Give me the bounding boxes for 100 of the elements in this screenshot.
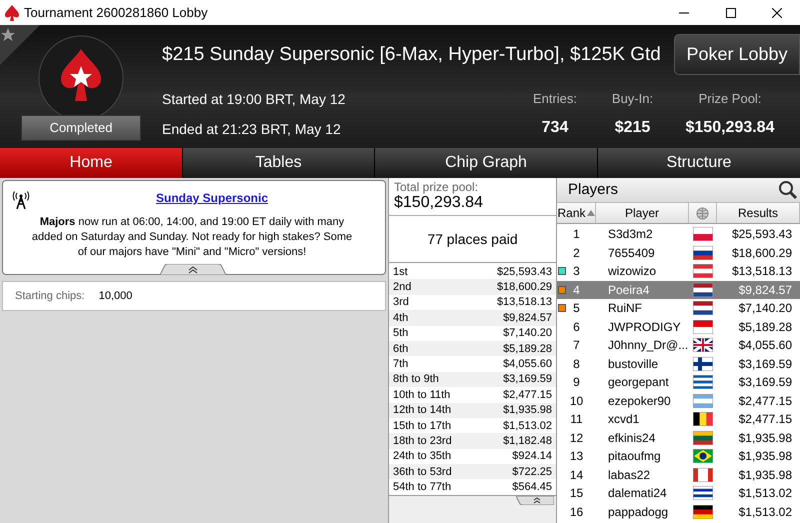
result-cell-text: $7,140.20 xyxy=(738,300,793,318)
rank-cell-text: 9 xyxy=(573,374,580,392)
player-name: Poeira4 xyxy=(607,282,650,299)
result-cell-text: $3,169.59 xyxy=(738,374,793,392)
end-time: Ended at 21:23 BRT, May 12 xyxy=(162,120,342,139)
result-cell-text: $9,824.57 xyxy=(738,282,793,299)
flag-icon xyxy=(693,227,713,242)
player-name: pitaoufmg xyxy=(607,448,662,466)
stat-label: Prize Pool: xyxy=(698,90,762,108)
total-prize-label: Total prize pool: xyxy=(394,181,480,194)
result-cell-text: $1,513.02 xyxy=(738,504,793,521)
payout-place: 54th to 77th xyxy=(393,480,452,494)
total-prize-value: $150,293.84 xyxy=(394,194,484,212)
rank-cell-text: 5 xyxy=(573,300,580,318)
player-name: 7655409 xyxy=(607,244,656,262)
globe-icon xyxy=(696,206,709,220)
player-name: pappadogg xyxy=(607,504,670,521)
result-cell-text: $18,600.29 xyxy=(730,244,793,262)
flag-icon xyxy=(693,246,713,260)
flag-icon xyxy=(693,375,713,390)
flag-icon xyxy=(693,394,713,408)
news-title-link[interactable]: Sunday Supersonic xyxy=(156,189,268,207)
payout-place: 24th to 35th xyxy=(393,449,452,464)
rank-cell-text: 13 xyxy=(570,448,584,466)
player-name: xcvd1 xyxy=(607,411,640,428)
window-title: Tournament 2600281860 Lobby xyxy=(24,4,208,22)
payout-place: 7th xyxy=(393,357,408,372)
tab[interactable]: Chip Graph xyxy=(375,148,597,178)
column-header[interactable]: Player xyxy=(596,203,689,223)
payout-amount: $2,477.15 xyxy=(503,388,552,402)
payout-place: 3rd xyxy=(393,295,409,310)
flag-icon xyxy=(693,504,713,519)
payout-place: 8th to 9th xyxy=(393,372,439,386)
player-name: ezepoker90 xyxy=(607,392,672,410)
payout-amount: $3,169.59 xyxy=(503,372,552,386)
rank-cell-text: 4 xyxy=(573,282,580,299)
result-cell-text: $1,935.98 xyxy=(738,448,793,466)
starting-chips-value: 10,000 xyxy=(98,288,132,304)
player-row[interactable]: 4 Poeira4 $9,824.57 xyxy=(557,280,800,299)
collapse-tab-icon[interactable] xyxy=(160,264,226,275)
rank-cell-text: 7 xyxy=(573,337,580,354)
broadcast-tower-icon xyxy=(12,190,30,210)
player-name: labas22 xyxy=(607,466,652,484)
rank-cell-text: 14 xyxy=(570,466,584,484)
rank-cell-text: 6 xyxy=(573,318,580,336)
close-icon[interactable] xyxy=(772,8,782,18)
payout-amount: $564.45 xyxy=(512,480,552,494)
search-icon[interactable] xyxy=(778,180,798,200)
payout-place: 15th to 17th xyxy=(393,418,452,433)
player-name: RuiNF xyxy=(607,300,644,318)
payout-amount: $18,600.29 xyxy=(496,280,552,294)
payout-amount: $7,140.20 xyxy=(503,326,552,340)
player-name: wizowizo xyxy=(607,263,658,280)
stat-label: Buy-In: xyxy=(612,90,654,108)
payout-amount: $1,513.02 xyxy=(503,418,552,433)
tab[interactable]: Tables xyxy=(183,148,374,178)
tab[interactable]: Home xyxy=(0,148,182,178)
tab[interactable]: Structure xyxy=(598,148,800,178)
rank-cell-text: 10 xyxy=(570,392,584,410)
result-cell-text: $5,189.28 xyxy=(738,318,793,336)
payout-place: 1st xyxy=(393,264,408,279)
payout-place: 36th to 53rd xyxy=(393,464,452,479)
status-ribbon: Completed xyxy=(21,115,141,140)
column-header[interactable]: Results xyxy=(717,203,800,223)
flag-icon xyxy=(693,486,713,500)
result-cell-text: $1,935.98 xyxy=(738,430,793,447)
stat-value: $215 xyxy=(614,118,650,138)
stat-value: 734 xyxy=(542,118,568,138)
payout-place: 2nd xyxy=(393,280,412,294)
poker-lobby-button[interactable]: Poker Lobby xyxy=(674,34,800,75)
maximize-icon[interactable] xyxy=(726,8,736,18)
start-time: Started at 19:00 BRT, May 12 xyxy=(162,90,346,110)
result-cell-text: $4,055.60 xyxy=(738,337,793,354)
player-name: S3d3m2 xyxy=(607,226,654,244)
flag-icon xyxy=(693,301,713,316)
player-name: georgepant xyxy=(607,374,670,392)
flag-icon xyxy=(693,412,713,426)
favourite-star-icon[interactable] xyxy=(0,25,40,65)
rank-cell-text: 2 xyxy=(573,244,580,262)
news-text: Majors now run at 06:00, 14:00, and 19:00 ET daily with many added on Saturday and Sunday. Not ready for high stakes? Some of our majors have "Mini" and "Micro" versions! xyxy=(30,215,354,260)
column-header[interactable]: Rank xyxy=(557,203,596,223)
players-title: Players xyxy=(568,180,618,200)
payout-place: 4th xyxy=(393,310,408,325)
payout-amount: $1,935.98 xyxy=(503,403,552,418)
result-cell-text: $13,518.13 xyxy=(730,263,793,280)
stat-label: Entries: xyxy=(532,90,578,108)
player-name: bustoville xyxy=(607,356,660,373)
result-cell-text: $1,513.02 xyxy=(738,485,793,502)
rank-cell-text: 8 xyxy=(573,356,580,373)
starting-chips-label: Starting chips: xyxy=(15,288,85,304)
rank-cell-text: 3 xyxy=(573,263,580,280)
tournament-title: $215 Sunday Supersonic [6-Max, Hyper-Turbo], $125K Gtd xyxy=(162,42,661,67)
flag-icon xyxy=(693,338,713,352)
rank-cell-text: 12 xyxy=(570,430,584,447)
rank-cell-text: 11 xyxy=(570,411,583,428)
flag-icon xyxy=(693,449,713,464)
result-cell-text: $3,169.59 xyxy=(738,356,793,373)
payout-amount: $25,593.43 xyxy=(496,264,552,279)
rank-cell-text: 15 xyxy=(570,485,584,502)
flag-icon xyxy=(693,430,713,445)
